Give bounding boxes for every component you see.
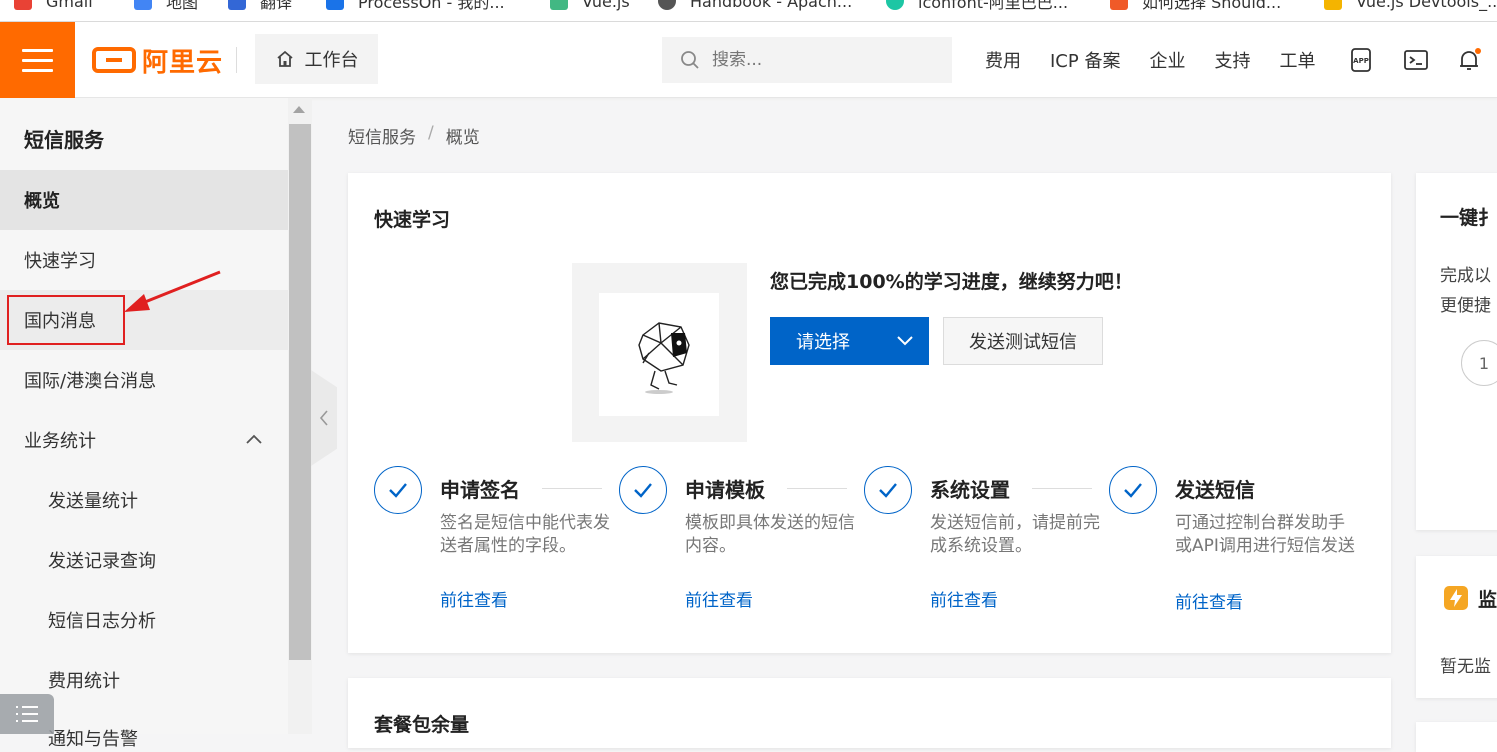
step-link[interactable]: 前往查看 — [930, 586, 998, 611]
search-box[interactable] — [662, 37, 952, 83]
step-link[interactable]: 前往查看 — [440, 586, 508, 611]
check-icon — [389, 483, 407, 498]
package-balance-card: 套餐包余量 — [348, 678, 1391, 748]
iconfont-icon — [886, 0, 904, 10]
sidebar: 短信服务 概览 快速学习 国内消息 国际/港澳台消息 业务统计 发送量统计 发送… — [0, 98, 288, 734]
devtools-icon — [1324, 0, 1342, 10]
svg-text:APP: APP — [1353, 57, 1369, 65]
hamburger-icon — [22, 48, 53, 52]
bookmarks-bar: Gmail 地图 翻译 ProcessOn - 我的... Vue.js Han… — [0, 0, 1497, 22]
search-input[interactable] — [712, 50, 932, 70]
monitor-card: 监 暂无监 — [1416, 556, 1497, 698]
illustration — [572, 263, 747, 442]
select-dropdown-button[interactable]: 请选择 — [770, 317, 929, 365]
app-icon[interactable]: APP — [1347, 46, 1375, 74]
one-click-title: 一键扌 — [1440, 207, 1497, 229]
divider — [236, 47, 237, 73]
home-icon — [276, 50, 293, 67]
bookmark-translate[interactable]: 翻译 — [228, 0, 292, 12]
progress-message: 您已完成100%的学习进度，继续努力吧！ — [770, 271, 1133, 293]
vue-icon — [550, 0, 568, 10]
nav-ticket[interactable]: 工单 — [1279, 47, 1315, 73]
quick-learn-card: 快速学习 您已完成100%的学习进度，继续努力吧！ 请选择 发送测试短信 申请签… — [348, 173, 1391, 653]
chevron-left-icon — [319, 410, 328, 426]
sidebar-scrollbar[interactable] — [288, 98, 312, 734]
annotation-arrow-icon — [124, 270, 221, 312]
aliyun-logo-icon — [92, 47, 136, 73]
sidebar-item-partial[interactable]: 通知与告警 — [48, 725, 138, 751]
sidebar-item-log-analysis[interactable]: 短信日志分析 — [0, 590, 288, 650]
chevron-up-icon — [246, 434, 262, 444]
top-navbar: 阿里云 工作台 费用 ICP 备案 企业 支持 工单 APP — [0, 22, 1497, 98]
one-click-card: 一键扌 完成以 更便捷 1 — [1416, 173, 1497, 530]
check-icon — [879, 483, 897, 498]
maps-icon — [134, 0, 152, 10]
annotation-highlight-box — [7, 295, 125, 345]
nav-links: 费用 ICP 备案 企业 支持 工单 — [985, 22, 1344, 98]
bookmark-devtools[interactable]: Vue.js Devtools_... — [1324, 0, 1497, 12]
sidebar-item-overview[interactable]: 概览 — [0, 170, 288, 230]
translate-icon — [228, 0, 246, 10]
globe-icon — [658, 0, 676, 10]
processon-icon — [326, 0, 344, 10]
step-link[interactable]: 前往查看 — [685, 586, 753, 611]
check-icon — [634, 483, 652, 498]
list-icon — [16, 706, 38, 722]
bookmark-should[interactable]: 如何选择 Should... — [1110, 0, 1281, 12]
article-icon — [1110, 0, 1128, 10]
nav-billing[interactable]: 费用 — [985, 47, 1021, 73]
nav-support[interactable]: 支持 — [1214, 47, 1250, 73]
search-icon — [681, 51, 699, 69]
sidebar-title: 短信服务 — [24, 128, 104, 152]
breadcrumb-current: 概览 — [445, 128, 480, 148]
breadcrumb: 短信服务 / 概览 — [348, 123, 480, 148]
sidebar-item-send-records[interactable]: 发送记录查询 — [0, 530, 288, 590]
scroll-thumb[interactable] — [289, 124, 311, 660]
nav-icp[interactable]: ICP 备案 — [1050, 47, 1120, 73]
sidebar-item-international-messages[interactable]: 国际/港澳台消息 — [0, 350, 288, 410]
right-card-partial — [1416, 722, 1497, 752]
step-link[interactable]: 前往查看 — [1175, 588, 1243, 613]
menu-button[interactable] — [0, 22, 75, 98]
robot-illustration-icon — [638, 322, 690, 394]
check-icon — [1124, 483, 1142, 498]
step-number-badge: 1 — [1461, 340, 1497, 386]
terminal-icon[interactable] — [1402, 46, 1430, 74]
bell-icon[interactable] — [1455, 46, 1483, 74]
sidebar-item-send-volume[interactable]: 发送量统计 — [0, 470, 288, 530]
breadcrumb-root[interactable]: 短信服务 — [348, 123, 416, 148]
bookmark-handbook[interactable]: Handbook - Apach... — [658, 0, 852, 12]
bookmark-processon[interactable]: ProcessOn - 我的... — [326, 0, 505, 12]
bookmark-maps[interactable]: 地图 — [134, 0, 198, 12]
send-test-sms-button[interactable]: 发送测试短信 — [943, 317, 1103, 365]
nav-enterprise[interactable]: 企业 — [1149, 47, 1185, 73]
gmail-icon — [14, 0, 32, 10]
floating-menu-button[interactable] — [0, 694, 54, 734]
quick-learn-title: 快速学习 — [374, 209, 451, 231]
bookmark-iconfont[interactable]: iconfont-阿里巴巴... — [886, 0, 1068, 12]
package-balance-title: 套餐包余量 — [374, 714, 470, 736]
chevron-down-icon — [897, 336, 913, 346]
breadcrumb-separator: / — [428, 123, 434, 143]
bookmark-gmail[interactable]: Gmail — [14, 0, 93, 12]
bookmark-vuejs[interactable]: Vue.js — [550, 0, 630, 12]
workbench-button[interactable]: 工作台 — [255, 34, 378, 84]
sidebar-item-business-stats[interactable]: 业务统计 — [0, 410, 288, 470]
aliyun-logo[interactable]: 阿里云 — [92, 44, 223, 78]
scroll-up-arrow-icon[interactable] — [293, 106, 305, 113]
lightning-icon — [1444, 586, 1468, 610]
sidebar-collapse-toggle[interactable] — [311, 370, 337, 466]
